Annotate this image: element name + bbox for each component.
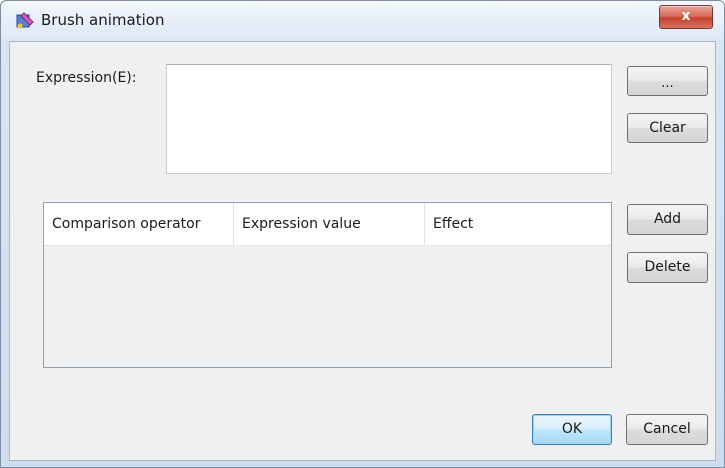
delete-button[interactable]: Delete <box>627 252 708 283</box>
cancel-button[interactable]: Cancel <box>626 414 708 445</box>
close-button[interactable]: x <box>659 5 713 29</box>
title-bar[interactable]: Brush animation x <box>1 1 724 41</box>
column-header-effect[interactable]: Effect <box>425 203 611 245</box>
column-header-expression-value[interactable]: Expression value <box>234 203 425 245</box>
column-header-comparison-operator[interactable]: Comparison operator <box>44 203 234 245</box>
condition-table[interactable]: Comparison operator Expression value Eff… <box>43 202 612 368</box>
brush-animation-icon <box>15 11 35 31</box>
add-button[interactable]: Add <box>627 204 708 235</box>
table-header: Comparison operator Expression value Eff… <box>44 203 611 246</box>
ok-button[interactable]: OK <box>532 414 612 445</box>
expression-label: Expression(E): <box>36 70 137 86</box>
clear-button[interactable]: Clear <box>627 113 708 143</box>
ellipsis-icon: ... <box>661 76 674 91</box>
table-body <box>44 246 611 367</box>
close-icon: x <box>681 8 691 24</box>
browse-expression-button[interactable]: ... <box>627 66 708 96</box>
window-title: Brush animation <box>41 11 165 29</box>
expression-input[interactable] <box>166 64 612 174</box>
